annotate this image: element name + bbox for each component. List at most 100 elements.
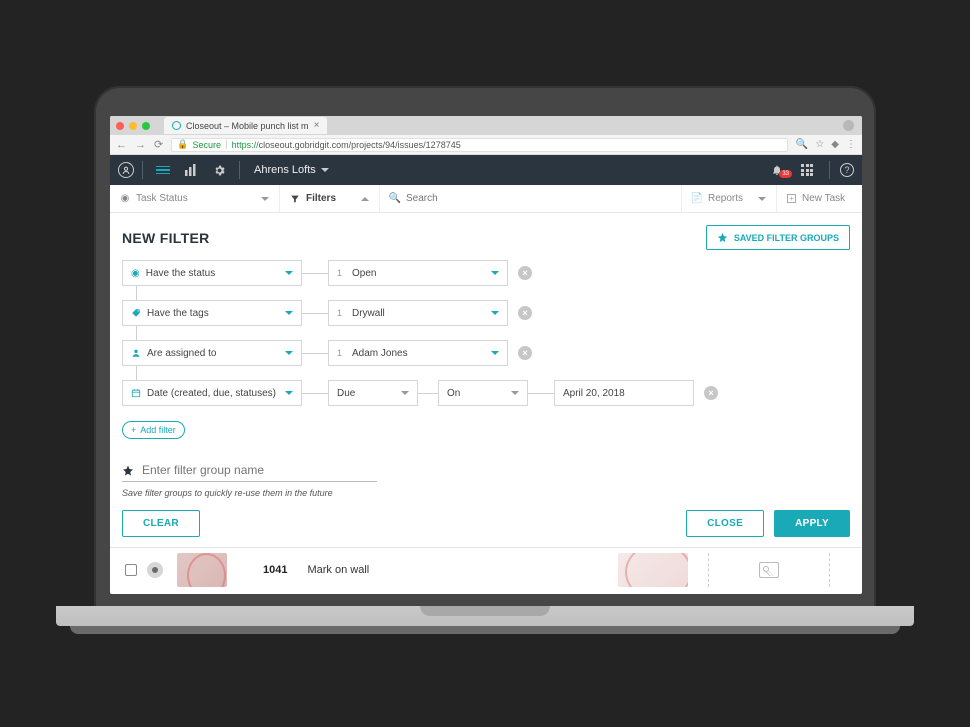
apps-grid-icon[interactable] xyxy=(795,164,819,176)
filter-type-dropdown[interactable]: Date (created, due, statuses) xyxy=(122,380,302,406)
project-selector[interactable]: Ahrens Lofts xyxy=(254,164,329,176)
filter-type-label: Are assigned to xyxy=(147,348,217,359)
filters-label: Filters xyxy=(306,193,336,204)
new-task-label: New Task xyxy=(802,193,845,204)
remove-filter-icon[interactable]: × xyxy=(518,346,532,360)
star-icon xyxy=(122,464,134,477)
thumbnail[interactable] xyxy=(618,553,688,587)
filter-value: Open xyxy=(352,268,376,279)
filter-type-label: Have the tags xyxy=(147,308,209,319)
document-icon: 📄 xyxy=(692,194,702,204)
laptop-notch xyxy=(420,606,550,616)
filter-value: Drywall xyxy=(352,308,385,319)
menu-hamburger-icon[interactable] xyxy=(151,166,175,175)
chevron-down-icon xyxy=(491,351,499,355)
app-logo-icon[interactable] xyxy=(118,162,134,178)
filter-value-dropdown[interactable]: 1 Drywall xyxy=(328,300,508,326)
date-operator-dropdown[interactable]: On xyxy=(438,380,528,406)
filter-value-dropdown[interactable]: 1 Open xyxy=(328,260,508,286)
action-row: CLEAR CLOSE APPLY xyxy=(122,510,850,547)
remove-filter-icon[interactable]: × xyxy=(518,306,532,320)
chevron-down-icon xyxy=(491,311,499,315)
browser-tab[interactable]: Closeout – Mobile punch list m × xyxy=(164,117,327,134)
bookmark-icon[interactable]: ☆ xyxy=(815,139,824,150)
window-controls[interactable] xyxy=(116,122,150,130)
reload-icon[interactable]: ⟳ xyxy=(154,138,163,151)
close-window-icon[interactable] xyxy=(116,122,124,130)
filter-group-name-field[interactable] xyxy=(122,463,377,482)
help-icon[interactable]: ? xyxy=(840,163,854,177)
browser-toolbar: ← → ⟳ 🔒 Secure | https://closeout.gobrid… xyxy=(110,135,862,155)
row-checkbox[interactable] xyxy=(125,564,137,576)
status-icon: ◉ xyxy=(131,268,140,279)
issue-title: Mark on wall xyxy=(307,564,369,576)
maximize-window-icon[interactable] xyxy=(142,122,150,130)
zoom-icon[interactable]: 🔍 xyxy=(796,139,808,150)
apply-button[interactable]: APPLY xyxy=(774,510,850,537)
person-icon xyxy=(131,348,141,358)
chevron-down-icon xyxy=(285,271,293,275)
star-icon xyxy=(717,232,728,243)
plus-icon: + xyxy=(787,194,796,203)
remove-filter-icon[interactable]: × xyxy=(518,266,532,280)
browser-profile-icon[interactable] xyxy=(843,120,854,131)
url: https://closeout.gobridgit.com/projects/… xyxy=(232,140,461,150)
date-operator-label: On xyxy=(447,388,460,399)
date-field-dropdown[interactable]: Due xyxy=(328,380,418,406)
date-value-input[interactable]: April 20, 2018 xyxy=(554,380,694,406)
task-status-dropdown[interactable]: ◉ Task Status xyxy=(110,185,280,212)
thumbnail[interactable] xyxy=(177,553,227,587)
filter-row-status: ◉ Have the status 1 Open × xyxy=(122,260,850,286)
page-title: NEW FILTER xyxy=(122,230,210,246)
search-input[interactable] xyxy=(406,193,671,204)
filters-toggle[interactable]: Filters xyxy=(280,185,380,212)
chevron-down-icon xyxy=(758,197,766,201)
calendar-icon xyxy=(131,388,141,398)
notifications-bell-icon[interactable]: 33 xyxy=(765,164,789,176)
filter-type-dropdown[interactable]: Have the tags xyxy=(122,300,302,326)
filter-count: 1 xyxy=(337,308,349,318)
secure-label: Secure xyxy=(192,140,221,150)
target-icon: ◉ xyxy=(120,194,130,204)
filter-toolbar: ◉ Task Status Filters 🔍 📄 Reports + New … xyxy=(110,185,862,213)
filter-value-dropdown[interactable]: 1 Adam Jones xyxy=(328,340,508,366)
tab-title: Closeout – Mobile punch list m xyxy=(186,121,309,131)
laptop-foot xyxy=(70,626,900,634)
menu-icon[interactable]: ⋮ xyxy=(846,139,856,150)
analytics-icon[interactable] xyxy=(179,164,203,176)
filter-type-dropdown[interactable]: Are assigned to xyxy=(122,340,302,366)
reports-dropdown[interactable]: 📄 Reports xyxy=(682,185,777,212)
lock-icon: 🔒 xyxy=(177,139,188,150)
save-hint: Save filter groups to quickly re-use the… xyxy=(122,488,850,498)
chevron-down-icon xyxy=(261,197,269,201)
image-placeholder-icon xyxy=(759,562,779,578)
task-status-label: Task Status xyxy=(136,193,188,204)
date-field-label: Due xyxy=(337,388,355,399)
settings-gear-icon[interactable] xyxy=(207,164,231,177)
filter-count: 1 xyxy=(337,268,349,278)
close-button[interactable]: CLOSE xyxy=(686,510,764,537)
add-filter-button[interactable]: + Add filter xyxy=(122,421,185,439)
forward-icon[interactable]: → xyxy=(135,139,146,151)
extension-icon[interactable]: ◆ xyxy=(831,139,839,150)
funnel-icon xyxy=(290,194,300,204)
filter-row-assignee: Are assigned to 1 Adam Jones × xyxy=(122,340,850,366)
table-row[interactable]: 1041 Mark on wall xyxy=(122,548,850,588)
saved-filter-groups-button[interactable]: SAVED FILTER GROUPS xyxy=(706,225,850,250)
row-radio[interactable] xyxy=(147,562,163,578)
close-tab-icon[interactable]: × xyxy=(314,120,320,131)
remove-filter-icon[interactable]: × xyxy=(704,386,718,400)
search-box[interactable]: 🔍 xyxy=(380,185,682,212)
filter-type-dropdown[interactable]: ◉ Have the status xyxy=(122,260,302,286)
chevron-down-icon xyxy=(321,168,329,172)
clear-button[interactable]: CLEAR xyxy=(122,510,200,537)
filter-group-name-input[interactable] xyxy=(142,463,377,477)
back-icon[interactable]: ← xyxy=(116,139,127,151)
minimize-window-icon[interactable] xyxy=(129,122,137,130)
new-task-button[interactable]: + New Task xyxy=(777,185,862,212)
plus-icon: + xyxy=(131,425,136,435)
address-bar[interactable]: 🔒 Secure | https://closeout.gobridgit.co… xyxy=(171,138,788,152)
screen: Closeout – Mobile punch list m × ← → ⟳ 🔒… xyxy=(110,116,862,594)
chevron-down-icon xyxy=(285,311,293,315)
tag-icon xyxy=(131,308,141,318)
